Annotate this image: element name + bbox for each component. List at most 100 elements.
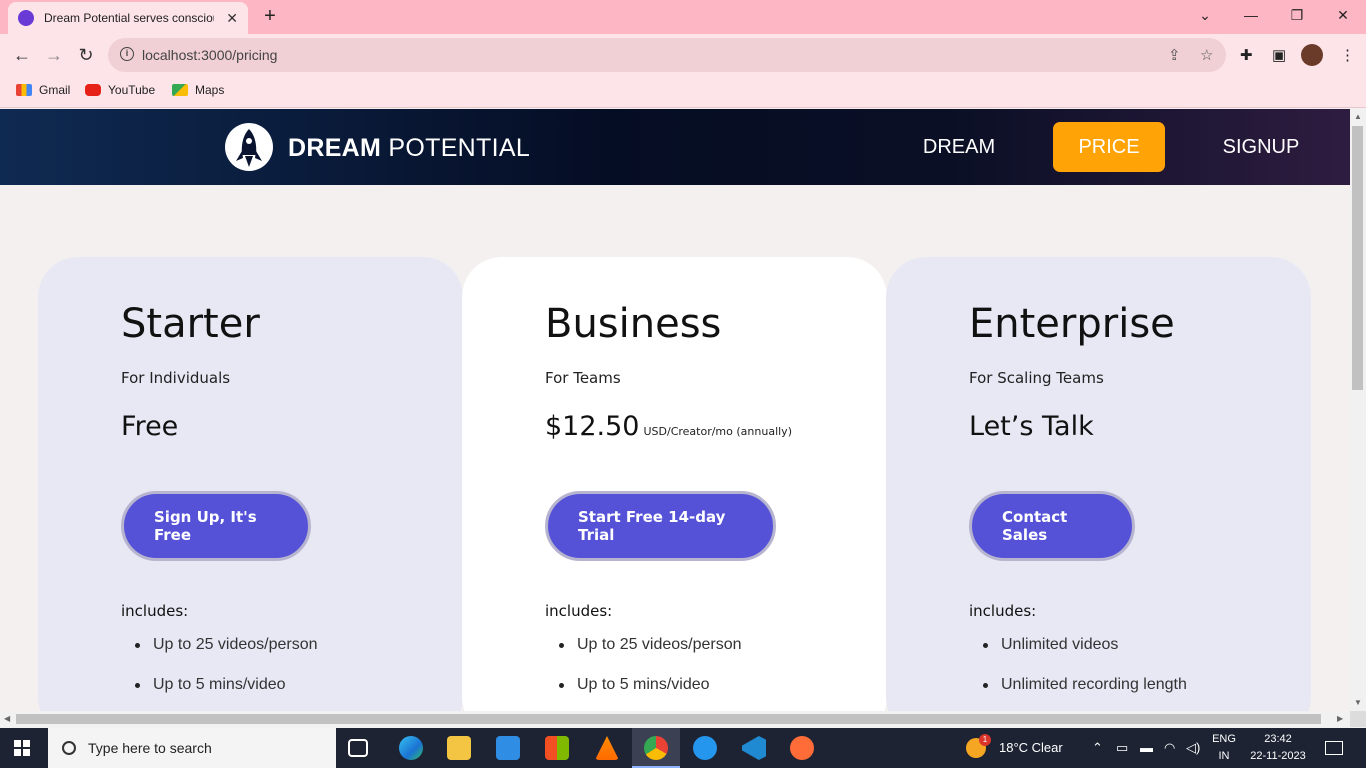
show-hidden-icons-icon[interactable]: ⌃: [1092, 740, 1103, 756]
bookmark-label: Maps: [195, 83, 225, 97]
edge-browser-icon[interactable]: [399, 736, 423, 760]
bookmark-youtube[interactable]: YouTube: [85, 83, 155, 97]
vertical-scroll-thumb[interactable]: [1352, 126, 1363, 390]
site-header: DREAM POTENTIAL DREAM PRICE SIGNUP: [0, 109, 1350, 185]
youtube-icon: [85, 84, 101, 96]
scrollbar-corner: [1350, 711, 1366, 727]
forward-arrow-icon[interactable]: →: [42, 43, 66, 67]
postman-icon[interactable]: [790, 736, 814, 760]
volume-icon[interactable]: ◁): [1186, 740, 1200, 756]
profile-avatar[interactable]: [1301, 44, 1323, 66]
reload-icon[interactable]: ↻: [74, 43, 98, 67]
wifi-icon[interactable]: ◠: [1164, 740, 1175, 756]
scroll-down-arrow-icon[interactable]: ▼: [1354, 698, 1362, 707]
horizontal-scroll-thumb[interactable]: [16, 714, 1321, 724]
site-favicon-icon: [18, 10, 34, 26]
nav-signup-link[interactable]: SIGNUP: [1218, 122, 1304, 172]
scroll-up-arrow-icon[interactable]: ▲: [1354, 112, 1362, 121]
windows-start-icon[interactable]: [14, 740, 30, 756]
language-bottom[interactable]: IN: [1210, 750, 1238, 762]
microsoft-store-icon[interactable]: [545, 736, 569, 760]
contact-sales-button[interactable]: Contact Sales: [969, 491, 1135, 561]
tab-title: Dream Potential serves conscious: [44, 11, 214, 25]
plan-name: Business: [545, 301, 722, 347]
scroll-right-arrow-icon[interactable]: ▶: [1337, 714, 1343, 723]
clock-date[interactable]: 22-11-2023: [1246, 750, 1310, 762]
close-tab-icon[interactable]: ✕: [226, 10, 238, 27]
plan-card-enterprise: Enterprise For Scaling Teams Let’s Talk …: [886, 257, 1311, 711]
includes-label: includes:: [121, 602, 189, 620]
plan-card-starter: Starter For Individuals Free Sign Up, It…: [38, 257, 463, 711]
extensions-puzzle-icon[interactable]: ✚: [1240, 46, 1253, 64]
menu-kebab-icon[interactable]: ⋮: [1340, 46, 1355, 64]
plan-subtitle: For Scaling Teams: [969, 369, 1104, 387]
includes-label: includes:: [969, 602, 1037, 620]
weather-text[interactable]: 18°C Clear: [999, 740, 1063, 755]
language-top[interactable]: ENG: [1210, 733, 1238, 745]
nav-price-link[interactable]: PRICE: [1053, 122, 1165, 172]
battery-icon[interactable]: ▬: [1140, 740, 1153, 755]
taskbar-search-box[interactable]: Type here to search: [48, 728, 336, 768]
rocket-logo-icon[interactable]: [222, 123, 276, 171]
feature-item: Unlimited recording length: [969, 673, 1187, 711]
maps-icon: [172, 84, 188, 96]
plan-price: Free: [121, 411, 179, 442]
mail-icon[interactable]: [496, 736, 520, 760]
bookmark-star-icon[interactable]: ☆: [1200, 46, 1213, 64]
price-note: USD/Creator/mo (annually): [643, 425, 792, 438]
new-tab-button[interactable]: +: [258, 4, 282, 28]
plan-card-business: Business For Teams $12.50 USD/Creator/mo …: [462, 257, 887, 711]
gmail-icon: [16, 84, 32, 96]
includes-label: includes:: [545, 602, 613, 620]
restore-window-icon[interactable]: ❐: [1274, 0, 1320, 30]
minimize-window-icon[interactable]: —: [1228, 0, 1274, 30]
side-panel-icon[interactable]: ▣: [1272, 46, 1286, 64]
task-view-icon[interactable]: [348, 739, 368, 757]
plan-name: Enterprise: [969, 301, 1175, 347]
clock-time[interactable]: 23:42: [1246, 733, 1310, 745]
brand-name[interactable]: DREAM POTENTIAL: [288, 134, 530, 163]
sign-up-free-button[interactable]: Sign Up, It's Free: [121, 491, 311, 561]
meet-now-icon[interactable]: ▭: [1116, 740, 1128, 756]
plan-price: Let’s Talk: [969, 411, 1094, 442]
address-bar[interactable]: i localhost:3000/pricing ⇪ ☆: [108, 38, 1226, 72]
site-info-icon[interactable]: i: [120, 47, 134, 61]
search-icon: [62, 741, 76, 755]
feature-item: Up to 5 mins/video: [545, 673, 742, 711]
browser-tab[interactable]: Dream Potential serves conscious ✕: [8, 2, 248, 34]
browser-toolbar: ← → ↻ i localhost:3000/pricing ⇪ ☆ ✚ ▣ ⋮: [0, 34, 1366, 76]
feature-list: Unlimited videos Unlimited recording len…: [969, 633, 1187, 711]
search-placeholder[interactable]: Type here to search: [88, 740, 212, 756]
notifications-icon[interactable]: [1325, 741, 1343, 755]
start-free-trial-button[interactable]: Start Free 14-day Trial: [545, 491, 776, 561]
bookmarks-bar: Gmail YouTube Maps: [0, 76, 1366, 108]
browser-tab-strip: Dream Potential serves conscious ✕ + ⌄ —…: [0, 0, 1366, 34]
pricing-section: Starter For Individuals Free Sign Up, It…: [38, 257, 1311, 711]
plan-name: Starter: [121, 301, 260, 347]
chrome-browser-icon[interactable]: [644, 736, 668, 760]
feature-item: Unlimited videos: [969, 633, 1187, 673]
feature-item: Up to 25 videos/person: [545, 633, 742, 673]
file-explorer-icon[interactable]: [447, 736, 471, 760]
plan-price: $12.50 USD/Creator/mo (annually): [545, 411, 792, 442]
close-window-icon[interactable]: ✕: [1320, 0, 1366, 30]
feature-item: Up to 5 mins/video: [121, 673, 318, 711]
weather-badge: 1: [979, 734, 991, 746]
bookmark-maps[interactable]: Maps: [172, 83, 224, 97]
tab-search-chevron-icon[interactable]: ⌄: [1182, 0, 1228, 30]
url-text[interactable]: localhost:3000/pricing: [142, 47, 277, 63]
bookmark-label: Gmail: [39, 83, 71, 97]
plan-subtitle: For Teams: [545, 369, 621, 387]
feature-item: Up to 25 videos/person: [121, 633, 318, 673]
feature-list: Up to 25 videos/person Up to 5 mins/vide…: [121, 633, 318, 711]
back-arrow-icon[interactable]: ←: [10, 43, 34, 67]
plan-subtitle: For Individuals: [121, 369, 231, 387]
docker-icon[interactable]: [693, 736, 717, 760]
nav-dream-link[interactable]: DREAM: [918, 122, 1000, 172]
vscode-icon[interactable]: [742, 736, 766, 760]
scroll-left-arrow-icon[interactable]: ◀: [4, 714, 10, 723]
bookmark-gmail[interactable]: Gmail: [16, 83, 70, 97]
feature-list: Up to 25 videos/person Up to 5 mins/vide…: [545, 633, 742, 711]
vlc-player-icon[interactable]: [595, 736, 619, 760]
share-icon[interactable]: ⇪: [1168, 46, 1181, 64]
